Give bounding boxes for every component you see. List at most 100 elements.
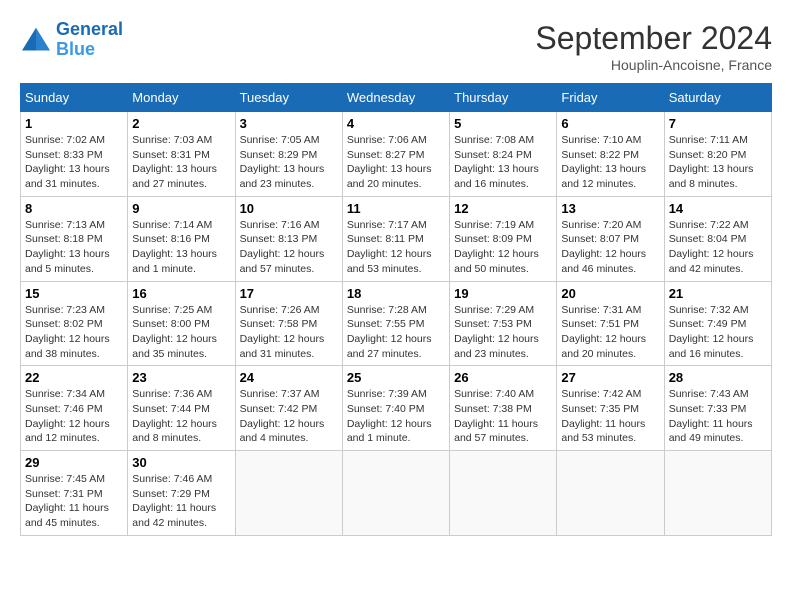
calendar-cell: 23 Sunrise: 7:36 AMSunset: 7:44 PMDayligh… bbox=[128, 366, 235, 451]
day-number: 3 bbox=[240, 116, 338, 131]
day-info: Sunrise: 7:02 AMSunset: 8:33 PMDaylight:… bbox=[25, 133, 123, 192]
calendar-cell: 8Sunrise: 7:13 AMSunset: 8:18 PMDaylight… bbox=[21, 196, 128, 281]
calendar-cell: 9 Sunrise: 7:14 AMSunset: 8:16 PMDaylight… bbox=[128, 196, 235, 281]
day-number: 6 bbox=[561, 116, 659, 131]
calendar-cell: 11 Sunrise: 7:17 AMSunset: 8:11 PMDayligh… bbox=[342, 196, 449, 281]
day-number: 7 bbox=[669, 116, 767, 131]
calendar-cell: 25 Sunrise: 7:39 AMSunset: 7:40 PMDayligh… bbox=[342, 366, 449, 451]
calendar-cell bbox=[342, 451, 449, 536]
day-number: 19 bbox=[454, 286, 552, 301]
calendar-cell: 4 Sunrise: 7:06 AMSunset: 8:27 PMDaylight… bbox=[342, 112, 449, 197]
day-info: Sunrise: 7:39 AMSunset: 7:40 PMDaylight:… bbox=[347, 387, 445, 446]
day-number: 5 bbox=[454, 116, 552, 131]
day-info: Sunrise: 7:23 AMSunset: 8:02 PMDaylight:… bbox=[25, 303, 123, 362]
header-sunday: Sunday bbox=[21, 84, 128, 112]
day-info: Sunrise: 7:37 AMSunset: 7:42 PMDaylight:… bbox=[240, 387, 338, 446]
header-thursday: Thursday bbox=[450, 84, 557, 112]
day-number: 11 bbox=[347, 201, 445, 216]
day-info: Sunrise: 7:29 AMSunset: 7:53 PMDaylight:… bbox=[454, 303, 552, 362]
calendar-cell bbox=[664, 451, 771, 536]
day-info: Sunrise: 7:13 AMSunset: 8:18 PMDaylight:… bbox=[25, 218, 123, 277]
day-info: Sunrise: 7:25 AMSunset: 8:00 PMDaylight:… bbox=[132, 303, 230, 362]
calendar-cell: 6 Sunrise: 7:10 AMSunset: 8:22 PMDaylight… bbox=[557, 112, 664, 197]
day-info: Sunrise: 7:17 AMSunset: 8:11 PMDaylight:… bbox=[347, 218, 445, 277]
calendar-cell: 5 Sunrise: 7:08 AMSunset: 8:24 PMDaylight… bbox=[450, 112, 557, 197]
day-number: 29 bbox=[25, 455, 123, 470]
day-number: 16 bbox=[132, 286, 230, 301]
day-number: 12 bbox=[454, 201, 552, 216]
calendar-cell: 26 Sunrise: 7:40 AMSunset: 7:38 PMDayligh… bbox=[450, 366, 557, 451]
logo-icon bbox=[20, 26, 52, 54]
day-number: 13 bbox=[561, 201, 659, 216]
calendar-cell: 13 Sunrise: 7:20 AMSunset: 8:07 PMDayligh… bbox=[557, 196, 664, 281]
calendar-week-row: 15 Sunrise: 7:23 AMSunset: 8:02 PMDayligh… bbox=[21, 281, 772, 366]
calendar-week-row: 29 Sunrise: 7:45 AMSunset: 7:31 PMDayligh… bbox=[21, 451, 772, 536]
header-friday: Friday bbox=[557, 84, 664, 112]
calendar-cell: 3 Sunrise: 7:05 AMSunset: 8:29 PMDaylight… bbox=[235, 112, 342, 197]
calendar-cell: 27 Sunrise: 7:42 AMSunset: 7:35 PMDayligh… bbox=[557, 366, 664, 451]
day-info: Sunrise: 7:32 AMSunset: 7:49 PMDaylight:… bbox=[669, 303, 767, 362]
day-info: Sunrise: 7:20 AMSunset: 8:07 PMDaylight:… bbox=[561, 218, 659, 277]
calendar-cell: 10 Sunrise: 7:16 AMSunset: 8:13 PMDayligh… bbox=[235, 196, 342, 281]
day-info: Sunrise: 7:36 AMSunset: 7:44 PMDaylight:… bbox=[132, 387, 230, 446]
day-info: Sunrise: 7:11 AMSunset: 8:20 PMDaylight:… bbox=[669, 133, 767, 192]
day-info: Sunrise: 7:45 AMSunset: 7:31 PMDaylight:… bbox=[25, 472, 123, 531]
day-number: 1 bbox=[25, 116, 123, 131]
day-info: Sunrise: 7:22 AMSunset: 8:04 PMDaylight:… bbox=[669, 218, 767, 277]
month-title: September 2024 bbox=[535, 20, 772, 57]
calendar-cell: 30Sunrise: 7:46 AMSunset: 7:29 PMDayligh… bbox=[128, 451, 235, 536]
header-tuesday: Tuesday bbox=[235, 84, 342, 112]
day-number: 26 bbox=[454, 370, 552, 385]
day-info: Sunrise: 7:03 AMSunset: 8:31 PMDaylight:… bbox=[132, 133, 230, 192]
header-monday: Monday bbox=[128, 84, 235, 112]
logo: General Blue bbox=[20, 20, 123, 60]
day-number: 17 bbox=[240, 286, 338, 301]
logo-line1: General bbox=[56, 19, 123, 39]
day-info: Sunrise: 7:14 AMSunset: 8:16 PMDaylight:… bbox=[132, 218, 230, 277]
calendar-cell: 12 Sunrise: 7:19 AMSunset: 8:09 PMDayligh… bbox=[450, 196, 557, 281]
day-info: Sunrise: 7:31 AMSunset: 7:51 PMDaylight:… bbox=[561, 303, 659, 362]
day-number: 9 bbox=[132, 201, 230, 216]
day-number: 15 bbox=[25, 286, 123, 301]
day-info: Sunrise: 7:06 AMSunset: 8:27 PMDaylight:… bbox=[347, 133, 445, 192]
calendar-cell: 28 Sunrise: 7:43 AMSunset: 7:33 PMDayligh… bbox=[664, 366, 771, 451]
location-subtitle: Houplin-Ancoisne, France bbox=[535, 57, 772, 73]
day-number: 14 bbox=[669, 201, 767, 216]
calendar-cell: 19 Sunrise: 7:29 AMSunset: 7:53 PMDayligh… bbox=[450, 281, 557, 366]
day-info: Sunrise: 7:19 AMSunset: 8:09 PMDaylight:… bbox=[454, 218, 552, 277]
calendar-week-row: 8Sunrise: 7:13 AMSunset: 8:18 PMDaylight… bbox=[21, 196, 772, 281]
day-info: Sunrise: 7:10 AMSunset: 8:22 PMDaylight:… bbox=[561, 133, 659, 192]
calendar-body: 1 Sunrise: 7:02 AMSunset: 8:33 PMDaylight… bbox=[21, 112, 772, 536]
calendar-cell bbox=[235, 451, 342, 536]
calendar-cell bbox=[557, 451, 664, 536]
calendar-cell: 15 Sunrise: 7:23 AMSunset: 8:02 PMDayligh… bbox=[21, 281, 128, 366]
day-info: Sunrise: 7:08 AMSunset: 8:24 PMDaylight:… bbox=[454, 133, 552, 192]
header-wednesday: Wednesday bbox=[342, 84, 449, 112]
day-info: Sunrise: 7:28 AMSunset: 7:55 PMDaylight:… bbox=[347, 303, 445, 362]
weekday-header-row: Sunday Monday Tuesday Wednesday Thursday… bbox=[21, 84, 772, 112]
day-number: 10 bbox=[240, 201, 338, 216]
day-number: 23 bbox=[132, 370, 230, 385]
day-info: Sunrise: 7:42 AMSunset: 7:35 PMDaylight:… bbox=[561, 387, 659, 446]
calendar-cell: 20Sunrise: 7:31 AMSunset: 7:51 PMDayligh… bbox=[557, 281, 664, 366]
day-info: Sunrise: 7:05 AMSunset: 8:29 PMDaylight:… bbox=[240, 133, 338, 192]
logo-text: General Blue bbox=[56, 20, 123, 60]
logo-line2: Blue bbox=[56, 39, 95, 59]
day-number: 18 bbox=[347, 286, 445, 301]
day-info: Sunrise: 7:40 AMSunset: 7:38 PMDaylight:… bbox=[454, 387, 552, 446]
calendar-week-row: 1 Sunrise: 7:02 AMSunset: 8:33 PMDaylight… bbox=[21, 112, 772, 197]
header-saturday: Saturday bbox=[664, 84, 771, 112]
day-number: 28 bbox=[669, 370, 767, 385]
day-number: 2 bbox=[132, 116, 230, 131]
calendar-cell: 7 Sunrise: 7:11 AMSunset: 8:20 PMDaylight… bbox=[664, 112, 771, 197]
day-info: Sunrise: 7:16 AMSunset: 8:13 PMDaylight:… bbox=[240, 218, 338, 277]
calendar-cell: 21Sunrise: 7:32 AMSunset: 7:49 PMDayligh… bbox=[664, 281, 771, 366]
day-number: 25 bbox=[347, 370, 445, 385]
day-number: 27 bbox=[561, 370, 659, 385]
calendar-week-row: 22Sunrise: 7:34 AMSunset: 7:46 PMDayligh… bbox=[21, 366, 772, 451]
calendar-cell: 22Sunrise: 7:34 AMSunset: 7:46 PMDayligh… bbox=[21, 366, 128, 451]
day-number: 4 bbox=[347, 116, 445, 131]
day-info: Sunrise: 7:43 AMSunset: 7:33 PMDaylight:… bbox=[669, 387, 767, 446]
day-info: Sunrise: 7:34 AMSunset: 7:46 PMDaylight:… bbox=[25, 387, 123, 446]
calendar-cell: 1 Sunrise: 7:02 AMSunset: 8:33 PMDaylight… bbox=[21, 112, 128, 197]
